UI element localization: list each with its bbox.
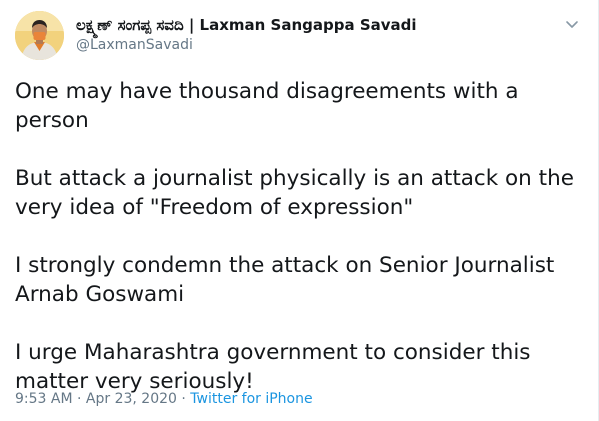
avatar[interactable] <box>15 11 64 60</box>
tweet-meta: 9:53 AM · Apr 23, 2020 · Twitter for iPh… <box>15 390 313 408</box>
chevron-down-icon[interactable] <box>564 16 580 32</box>
tweet-card: ಲಕ್ಷ್ಮಣ್ ಸಂಗಪ್ಪ ಸವದಿ | Laxman Sangappa S… <box>0 0 599 421</box>
tweet-time[interactable]: 9:53 AM <box>15 391 73 407</box>
tweet-date[interactable]: Apr 23, 2020 <box>86 391 177 407</box>
tweet-paragraph: I strongly condemn the attack on Senior … <box>15 253 555 307</box>
tweet-text: One may have thousand disagreements with… <box>15 77 585 396</box>
tweet-source-link[interactable]: Twitter for iPhone <box>190 391 312 407</box>
meta-separator: · <box>176 391 191 407</box>
tweet-paragraph: I urge Maharashtra government to conside… <box>15 340 531 394</box>
avatar-portrait-icon <box>15 11 64 60</box>
tweet-paragraph: But attack a journalist physically is an… <box>15 166 574 220</box>
meta-separator: · <box>72 391 86 407</box>
tweet-paragraph: One may have thousand disagreements with… <box>15 79 519 133</box>
author-handle[interactable]: @LaxmanSavadi <box>76 36 193 54</box>
author-display-name[interactable]: ಲಕ್ಷ್ಮಣ್ ಸಂಗಪ್ಪ ಸವದಿ | Laxman Sangappa S… <box>76 15 417 35</box>
